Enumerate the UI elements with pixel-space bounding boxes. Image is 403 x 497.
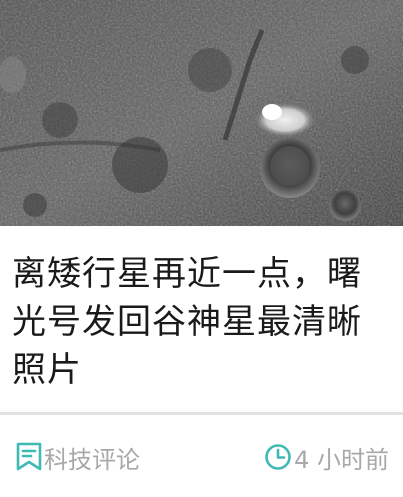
source-name[interactable]: 科技评论 (44, 440, 140, 475)
news-card[interactable]: 离矮行星再近一点，曙光号发回谷神星最清晰照片 科技评论 4 小时前 (0, 0, 403, 497)
article-title[interactable]: 离矮行星再近一点，曙光号发回谷神星最清晰照片 (12, 250, 396, 394)
time-ago: 4 小时前 (294, 445, 389, 474)
publish-time: 4 小时前 (264, 441, 389, 474)
source-link[interactable]: 科技评论 (16, 440, 140, 475)
bookmark-icon (16, 442, 42, 472)
article-meta: 科技评论 4 小时前 (0, 415, 403, 497)
clock-icon (264, 443, 292, 471)
article-thumbnail[interactable] (0, 0, 403, 226)
